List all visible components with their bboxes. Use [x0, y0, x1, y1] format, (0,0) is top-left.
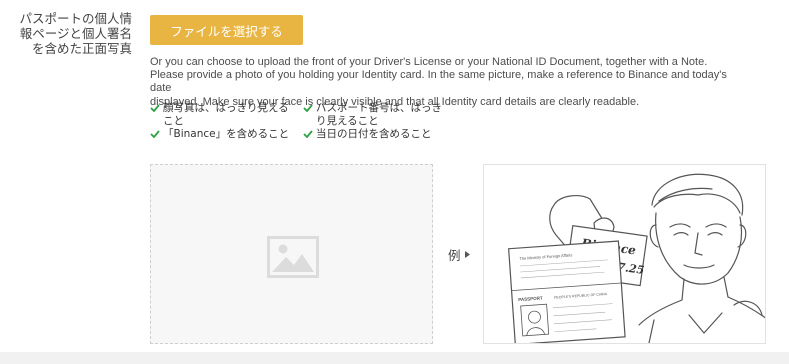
upload-field-label: パスポートの個人情 報ページと個人署名 を含めた正面写真: [6, 11, 132, 56]
checklist-text: 当日の日付を含めること: [316, 128, 432, 141]
checklist-text: 「Binance」を含めること: [163, 128, 290, 141]
checklist-text: り見えること: [316, 115, 379, 128]
instruction-line-2: Please provide a photo of you holding yo…: [150, 69, 727, 95]
example-label: 例: [448, 245, 470, 264]
checklist-row: 「Binance」を含めること 当日の日付を含めること: [150, 128, 455, 141]
label-line-3: を含めた正面写真: [31, 41, 132, 56]
instruction-line-1: Or you can choose to upload the front of…: [150, 56, 708, 68]
triangle-right-icon: [464, 251, 470, 258]
photo-upload-dropzone[interactable]: [150, 164, 433, 344]
example-illustration: Binance 2017.07.25 The Ministry of Forei…: [507, 173, 765, 343]
example-label-text: 例: [448, 248, 461, 263]
checklist-text: パスポート番号は、はっき: [316, 102, 442, 114]
checklist-item-face: 顔写真は、はっきり見える こと: [150, 102, 303, 128]
checklist-text: 顔写真は、はっきり見える: [163, 102, 289, 114]
label-line-2: 報ページと個人署名: [19, 26, 132, 41]
requirements-checklist: 顔写真は、はっきり見える こと パスポート番号は、はっき り見えること 「Bin…: [150, 102, 455, 142]
image-placeholder-icon: [267, 236, 319, 278]
checklist-row: 顔写真は、はっきり見える こと パスポート番号は、はっき り見えること: [150, 102, 455, 128]
upload-instructions: Or you can choose to upload the front of…: [150, 56, 750, 109]
example-photo: Binance 2017.07.25 The Ministry of Forei…: [483, 164, 766, 344]
section-divider: [0, 352, 789, 364]
check-icon: [303, 104, 313, 112]
checklist-item-binance: 「Binance」を含めること: [150, 128, 303, 141]
choose-file-button[interactable]: ファイルを選択する: [150, 15, 303, 45]
check-icon: [150, 104, 160, 112]
check-icon: [150, 130, 160, 139]
label-line-1: パスポートの個人情: [19, 11, 132, 26]
check-icon: [303, 130, 313, 139]
checklist-text: こと: [163, 115, 184, 128]
checklist-item-date: 当日の日付を含めること: [303, 128, 453, 141]
checklist-item-passport-number: パスポート番号は、はっき り見えること: [303, 102, 453, 128]
